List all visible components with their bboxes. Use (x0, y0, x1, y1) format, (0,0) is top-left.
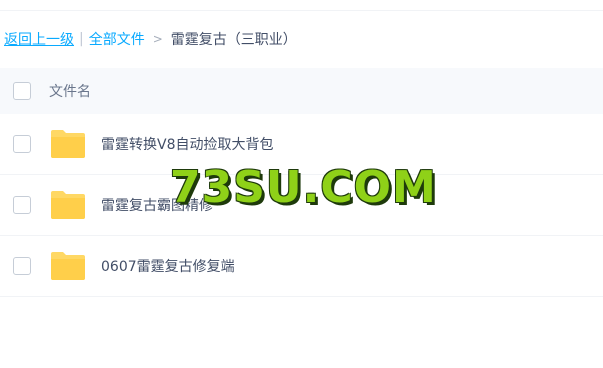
chevron-right-icon: > (152, 32, 163, 46)
file-name[interactable]: 雷霆复古霸图精修 (101, 195, 213, 215)
column-header-filename: 文件名 (49, 84, 91, 100)
file-row[interactable]: 雷霆转换V8自动捡取大背包 (0, 114, 603, 175)
row-checkbox[interactable] (13, 257, 31, 275)
row-checkbox[interactable] (13, 196, 31, 214)
file-list-header: 文件名 (0, 68, 603, 114)
file-row[interactable]: 雷霆复古霸图精修 (0, 175, 603, 236)
file-name[interactable]: 雷霆转换V8自动捡取大背包 (101, 134, 273, 154)
file-name[interactable]: 0607雷霆复古修复端 (101, 256, 235, 276)
folder-icon (51, 252, 85, 280)
file-row[interactable]: 0607雷霆复古修复端 (0, 236, 603, 297)
breadcrumb: 返回上一级 | 全部文件 > 雷霆复古（三职业） (4, 28, 297, 50)
select-all-checkbox[interactable] (13, 82, 31, 100)
all-files-link[interactable]: 全部文件 (89, 29, 145, 49)
row-checkbox[interactable] (13, 135, 31, 153)
back-link[interactable]: 返回上一级 (4, 29, 74, 49)
folder-icon (51, 191, 85, 219)
breadcrumb-current: 雷霆复古（三职业） (170, 32, 297, 48)
breadcrumb-separator: | (79, 31, 84, 47)
top-divider (0, 10, 603, 11)
folder-icon (51, 130, 85, 158)
